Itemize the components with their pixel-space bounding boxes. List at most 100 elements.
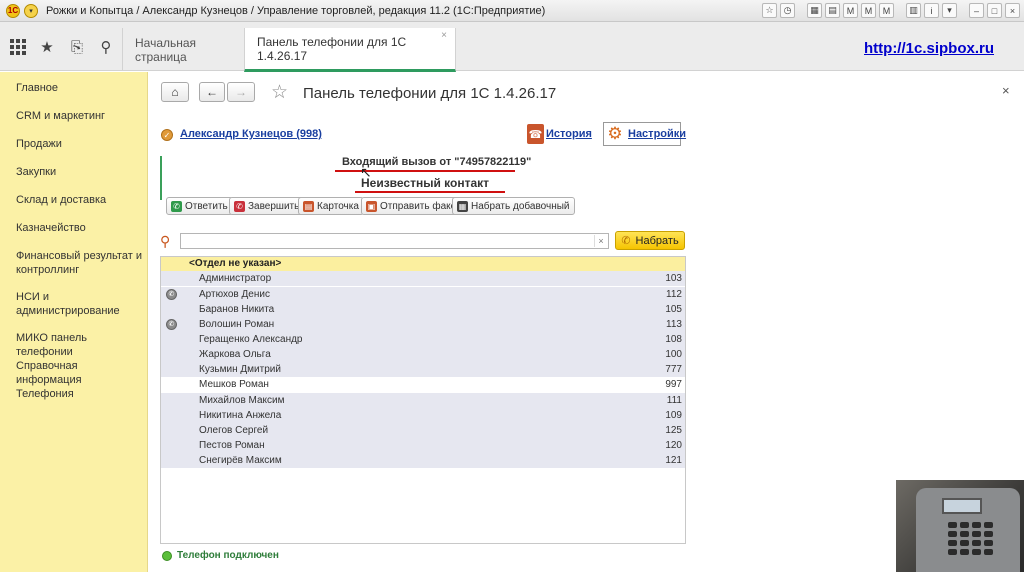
contact-extension: 108 [665, 334, 682, 345]
contact-name: Волошин Роман [199, 319, 275, 330]
phone-hangup-icon: ✆ [234, 200, 245, 212]
contact-extension: 997 [665, 379, 682, 390]
table-row[interactable]: ✆ Артюхов Денис 112 [161, 287, 685, 302]
titlebar-controls: ☆ ◷ ▦ ▤ M M M ▥ i ▾ – □ × [762, 3, 1020, 18]
busy-status-icon: ✆ [166, 319, 177, 330]
contact-name: Администратор [199, 273, 272, 284]
contact-extension: 121 [665, 455, 682, 466]
titlebar-icons: 1С ▾ [0, 3, 46, 18]
busy-status-icon: ✆ [166, 289, 177, 300]
keypad-icon: ▦ [457, 200, 468, 212]
tab-home-label: Начальная страница [135, 35, 197, 64]
calendar-icon[interactable]: ▦ [807, 3, 822, 18]
sidebar-item-reference[interactable]: Справочная информация [16, 359, 144, 387]
send-fax-label: Отправить факс [380, 200, 456, 212]
answer-label: Ответить [185, 200, 228, 212]
bookmark-star-icon[interactable]: ☆ [271, 81, 288, 104]
history-icon[interactable]: ☎ [527, 124, 544, 144]
table-row[interactable]: Михайлов Максим 111 [161, 393, 685, 408]
settings-small-icon[interactable]: ▾ [942, 3, 957, 18]
agent-name-link[interactable]: Александр Кузнецов (998) [180, 128, 322, 140]
table-row[interactable]: Баранов Никита 105 [161, 302, 685, 317]
forward-button[interactable]: → [227, 82, 255, 102]
contact-extension: 125 [665, 425, 682, 436]
sidebar-item-purchases[interactable]: Закупки [16, 165, 144, 179]
clear-search-icon[interactable]: × [594, 235, 607, 247]
card-button[interactable]: ▤ Карточка [298, 197, 364, 215]
phone-keypad [948, 522, 993, 555]
favorites-star-icon[interactable]: ★ [39, 39, 55, 56]
hangup-button[interactable]: ✆ Завершить [229, 197, 305, 215]
sidebar-item-finance[interactable]: Финансовый результат и контроллинг [16, 249, 144, 277]
annotation-underline [355, 191, 505, 193]
answer-button[interactable]: ✆ Ответить [166, 197, 233, 215]
calculator-icon[interactable]: ▤ [825, 3, 840, 18]
site-link[interactable]: http://1c.sipbox.ru [864, 40, 994, 57]
close-form-icon[interactable]: × [1002, 83, 1010, 98]
contact-extension: 109 [665, 410, 682, 421]
table-row[interactable]: Жаркова Ольга 100 [161, 347, 685, 362]
close-window-icon[interactable]: × [1005, 3, 1020, 18]
search-nav-icon[interactable]: ⚲ [98, 39, 114, 56]
table-row[interactable]: Снегирёв Максим 121 [161, 453, 685, 468]
history-nav-icon[interactable]: ⎘ [69, 39, 85, 56]
tab-telephony-panel[interactable]: Панель телефонии для 1С 1.4.26.17 × [244, 28, 456, 72]
sidebar-item-admin[interactable]: НСИ и администрирование [16, 290, 144, 318]
table-row[interactable]: Кузьмин Дмитрий 777 [161, 362, 685, 377]
minimize-icon[interactable]: – [969, 3, 984, 18]
settings-link[interactable]: Настройки [628, 128, 686, 140]
contact-extension: 112 [666, 289, 682, 300]
search-input[interactable] [180, 233, 609, 249]
contacts-table: <Отдел не указан> Администратор 103 ✆ Ар… [160, 256, 686, 544]
contact-extension: 103 [665, 273, 682, 284]
app-logo-icon: 1С [6, 3, 20, 18]
apps-grid-icon[interactable] [10, 39, 26, 55]
dial-extension-button[interactable]: ▦ Набрать добавочный [452, 197, 575, 215]
maximize-icon[interactable]: □ [987, 3, 1002, 18]
table-row[interactable]: Пестов Роман 120 [161, 438, 685, 453]
memory-icon[interactable]: M [843, 3, 858, 18]
contact-name: Баранов Никита [199, 304, 275, 315]
home-button[interactable]: ⌂ [161, 82, 189, 102]
tab-home[interactable]: Начальная страница [122, 28, 242, 71]
back-button[interactable]: ← [199, 82, 225, 102]
history-small-icon[interactable]: ◷ [780, 3, 795, 18]
department-group-row[interactable]: <Отдел не указан> [161, 257, 685, 271]
sidebar-item-crm[interactable]: CRM и маркетинг [16, 109, 144, 123]
sidebar-item-telephony[interactable]: Телефония [16, 387, 144, 401]
sidebar-item-miko[interactable]: МИКО панель телефонии [16, 331, 144, 359]
table-row[interactable]: Администратор 103 [161, 271, 685, 286]
main-content: ⌂ ← → ☆ Панель телефонии для 1С 1.4.26.1… [149, 72, 1024, 572]
table-row[interactable]: ✆ Волошин Роман 113 [161, 317, 685, 332]
tab-telephony-label: Панель телефонии для 1С 1.4.26.17 [257, 34, 407, 63]
webcam-overlay [896, 480, 1024, 572]
memory-plus-icon[interactable]: M [861, 3, 876, 18]
contact-name-text: Неизвестный контакт [361, 176, 490, 190]
hangup-label: Завершить [248, 200, 300, 212]
info-icon[interactable]: i [924, 3, 939, 18]
tab-close-icon[interactable]: × [441, 30, 447, 41]
memory-minus-icon[interactable]: M [879, 3, 894, 18]
agent-status-icon: ✓ [161, 129, 173, 141]
window-titlebar: 1С ▾ Рожки и Копытца / Александр Кузнецо… [0, 0, 1024, 22]
send-fax-button[interactable]: ▣ Отправить факс [361, 197, 461, 215]
sidebar-item-sales[interactable]: Продажи [16, 137, 144, 151]
history-link[interactable]: История [546, 128, 592, 140]
panels-icon[interactable]: ▥ [906, 3, 921, 18]
favorites-icon[interactable]: ☆ [762, 3, 777, 18]
gear-icon[interactable]: ⚙ [604, 123, 626, 145]
contact-extension: 120 [665, 440, 682, 451]
sidebar-item-warehouse[interactable]: Склад и доставка [16, 193, 144, 207]
table-row-selected[interactable]: Мешков Роман 997 [161, 377, 685, 392]
table-row[interactable]: Никитина Анжела 109 [161, 408, 685, 423]
connection-status-text: Телефон подключен [177, 550, 279, 561]
table-row[interactable]: Геращенко Александр 108 [161, 332, 685, 347]
dial-button[interactable]: ✆ Набрать [615, 231, 685, 250]
home-icon: ⌂ [171, 85, 179, 99]
main-menu-icon[interactable]: ▾ [24, 3, 38, 18]
sidebar-item-treasury[interactable]: Казначейство [16, 221, 144, 235]
table-row[interactable]: Олегов Сергей 125 [161, 423, 685, 438]
sidebar-item-main[interactable]: Главное [16, 81, 144, 95]
phone-display [942, 498, 982, 514]
phone-icon: ✆ [621, 235, 631, 247]
